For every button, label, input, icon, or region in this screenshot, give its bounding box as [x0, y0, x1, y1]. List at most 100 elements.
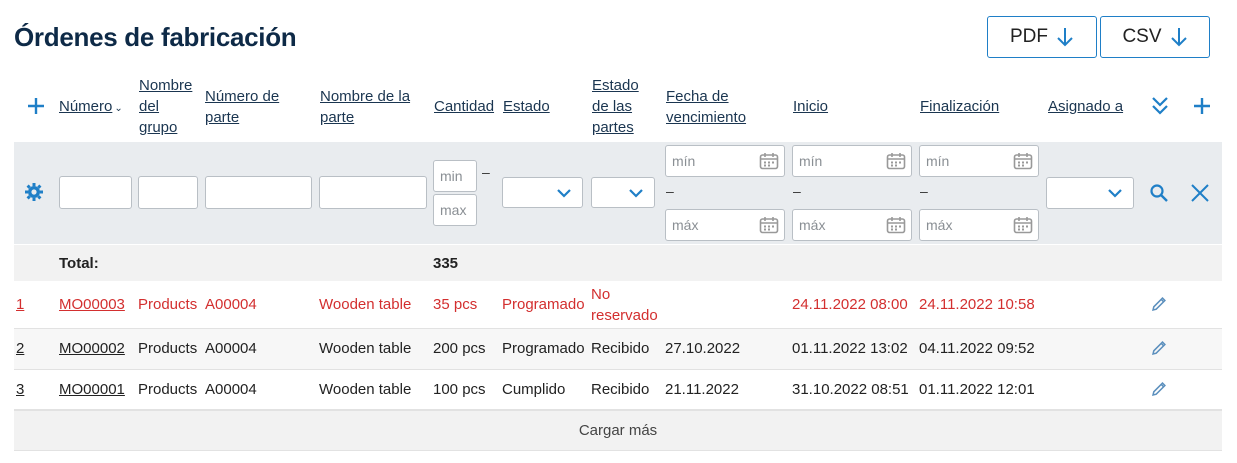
calendar-icon[interactable] [886, 152, 906, 170]
min-placeholder: mín [926, 153, 950, 169]
end-date: 01.11.2022 12:01 [919, 381, 1035, 398]
range-separator: – [482, 164, 490, 180]
range-separator: – [920, 183, 928, 199]
part-number: A00004 [205, 296, 257, 313]
numero-filter-input[interactable] [59, 176, 132, 209]
vencimiento-max-input[interactable]: máx [665, 209, 785, 241]
column-header-grupo[interactable]: Nombre del grupo [139, 75, 199, 138]
min-placeholder: mín [799, 153, 823, 169]
parts-status-line2: reservado [591, 307, 658, 324]
quantity: 100 pcs [433, 381, 486, 398]
max-placeholder: máx [926, 217, 953, 233]
load-more-button[interactable]: Cargar más [14, 410, 1222, 451]
min-placeholder: min [440, 168, 463, 184]
column-header-cantidad[interactable]: Cantidad [434, 96, 494, 117]
column-header-nombre-parte[interactable]: Nombre de la parte [320, 86, 420, 128]
column-header-estado-partes[interactable]: Estado de las partes [592, 75, 652, 138]
estado-partes-filter-select[interactable] [591, 177, 655, 208]
clear-filters-icon[interactable] [1190, 183, 1210, 203]
inicio-min-input[interactable]: mín [792, 145, 912, 177]
inicio-max-input[interactable]: máx [792, 209, 912, 241]
group-name: Products [138, 381, 198, 398]
grupo-filter-input[interactable] [138, 176, 198, 209]
status: Programado [502, 296, 585, 313]
sort-chevron-icon: ⌄ [114, 103, 123, 114]
asignado-filter-select[interactable] [1046, 177, 1134, 209]
calendar-icon[interactable] [886, 216, 906, 234]
part-number: A00004 [205, 340, 257, 357]
add-column-icon[interactable] [1192, 96, 1212, 116]
total-row [14, 245, 1222, 281]
part-name: Wooden table [319, 381, 412, 398]
quantity: 35 pcs [433, 296, 478, 313]
pdf-label: PDF [1010, 26, 1048, 47]
cantidad-min-input[interactable]: min [433, 160, 477, 192]
page-title: Órdenes de fabricación [14, 22, 297, 52]
group-name: Products [138, 296, 198, 313]
quantity: 200 pcs [433, 340, 486, 357]
start-date: 01.11.2022 13:02 [792, 340, 908, 357]
edit-pencil-icon[interactable] [1150, 295, 1168, 313]
start-date: 24.11.2022 08:00 [792, 296, 908, 313]
column-header-inicio[interactable]: Inicio [793, 96, 828, 117]
due-date: 27.10.2022 [665, 340, 741, 357]
numero-parte-filter-input[interactable] [205, 176, 312, 209]
part-name: Wooden table [319, 340, 412, 357]
vencimiento-min-input[interactable]: mín [665, 145, 785, 177]
pdf-export-button[interactable]: PDF [987, 16, 1097, 58]
edit-pencil-icon[interactable] [1150, 380, 1168, 398]
nombre-parte-filter-input[interactable] [319, 176, 427, 209]
download-arrow-icon [1057, 28, 1073, 47]
calendar-icon[interactable] [1013, 216, 1033, 234]
search-icon[interactable] [1149, 183, 1169, 203]
total-cantidad: 335 [433, 255, 459, 272]
calendar-icon[interactable] [759, 216, 779, 234]
finalizacion-min-input[interactable]: mín [919, 145, 1039, 177]
finalizacion-max-input[interactable]: máx [919, 209, 1039, 241]
max-placeholder: máx [672, 217, 699, 233]
column-header-numero[interactable]: Número ⌄ [59, 96, 123, 119]
csv-export-button[interactable]: CSV [1100, 16, 1210, 58]
part-number: A00004 [205, 381, 257, 398]
chevron-down-icon [629, 188, 643, 198]
order-number-link[interactable]: MO00001 [59, 381, 125, 398]
chevron-down-icon [557, 188, 571, 198]
due-date: 21.11.2022 [665, 381, 739, 398]
max-placeholder: max [440, 202, 467, 218]
column-header-asignado[interactable]: Asignado a [1048, 96, 1123, 117]
group-name: Products [138, 340, 198, 357]
add-row-icon[interactable] [26, 96, 46, 116]
min-placeholder: mín [672, 153, 696, 169]
row-index-link[interactable]: 2 [16, 340, 24, 357]
gear-icon[interactable] [24, 182, 44, 202]
parts-status: Recibido [591, 340, 650, 357]
download-arrow-icon [1170, 28, 1187, 47]
calendar-icon[interactable] [759, 152, 779, 170]
order-number-link[interactable]: MO00003 [59, 296, 125, 313]
range-separator: – [666, 183, 674, 199]
column-header-numero-parte[interactable]: Número de parte [205, 86, 305, 128]
start-date: 31.10.2022 08:51 [792, 381, 909, 398]
column-header-finalizacion[interactable]: Finalización [920, 96, 999, 117]
parts-status: Recibido [591, 381, 650, 398]
order-number-link[interactable]: MO00002 [59, 340, 125, 357]
cantidad-max-input[interactable]: max [433, 194, 477, 226]
parts-status-line1: No [591, 286, 611, 303]
end-date: 24.11.2022 10:58 [919, 296, 1035, 313]
expand-columns-icon[interactable] [1150, 95, 1170, 117]
csv-label: CSV [1122, 26, 1162, 47]
max-placeholder: máx [799, 217, 826, 233]
row-index-link[interactable]: 3 [16, 381, 24, 398]
end-date: 04.11.2022 09:52 [919, 340, 1035, 357]
chevron-down-icon [1108, 189, 1122, 198]
calendar-icon[interactable] [1013, 152, 1033, 170]
edit-pencil-icon[interactable] [1150, 339, 1168, 357]
range-separator: – [793, 183, 801, 199]
row-index-link[interactable]: 1 [16, 296, 24, 313]
total-label: Total: [59, 255, 99, 272]
status: Cumplido [502, 381, 566, 398]
status: Programado [502, 340, 585, 357]
column-header-estado[interactable]: Estado [503, 96, 550, 117]
estado-filter-select[interactable] [502, 177, 583, 208]
column-header-vencimiento[interactable]: Fecha de vencimiento [666, 86, 761, 128]
